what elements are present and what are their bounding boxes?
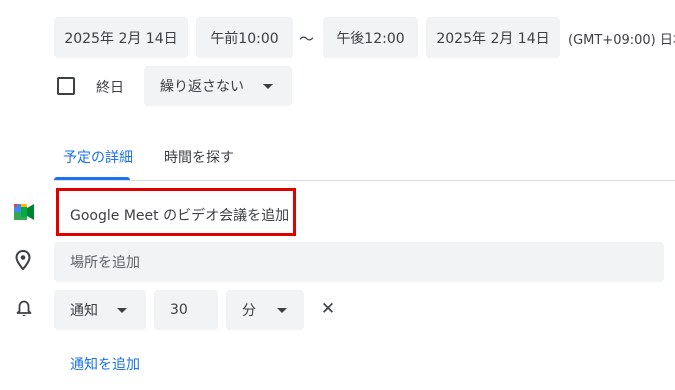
location-placeholder: 場所を追加 [70,255,140,271]
start-time-button[interactable]: 午前10:00 [196,17,293,58]
chevron-down-icon [277,308,287,313]
end-date-label: 2025年 2月 14日 [436,30,550,47]
google-meet-icon [14,204,34,220]
notification-unit-dropdown[interactable]: 分 [226,290,304,330]
end-time-button[interactable]: 午後12:00 [323,17,418,58]
close-icon: ✕ [320,299,336,319]
remove-notification-button[interactable]: ✕ [316,296,340,322]
end-time-label: 午後12:00 [336,30,405,47]
allday-checkbox[interactable] [57,77,75,95]
add-notification-label: 通知を追加 [70,357,140,373]
location-pin-icon [15,249,31,271]
end-date-button[interactable]: 2025年 2月 14日 [426,17,560,58]
allday-label: 終日 [96,80,124,96]
time-range-separator: ～ [299,30,315,48]
tab-event-details-label: 予定の詳細 [63,150,133,166]
add-google-meet-label: Google Meet のビデオ会議を追加 [70,208,290,224]
add-google-meet-button[interactable]: Google Meet のビデオ会議を追加 [56,188,296,236]
bell-icon [16,300,32,318]
location-input[interactable]: 場所を追加 [54,242,664,282]
start-time-label: 午前10:00 [210,30,279,47]
add-notification-link[interactable]: 通知を追加 [70,354,140,374]
tabs-divider [54,180,675,181]
notification-amount-input[interactable]: 30 [154,290,218,330]
notification-type-dropdown[interactable]: 通知 [54,290,146,330]
start-date-button[interactable]: 2025年 2月 14日 [54,17,188,58]
chevron-down-icon [263,84,273,89]
timezone-label: (GMT+09:00) 日本 [568,33,675,48]
tab-event-details[interactable]: 予定の詳細 [54,146,133,180]
notification-type-value: 通知 [70,303,98,319]
chevron-down-icon [117,308,127,313]
repeat-value: 繰り返さない [160,79,244,95]
repeat-dropdown[interactable]: 繰り返さない [144,66,292,106]
notification-amount-value: 30 [170,302,188,318]
notification-unit-value: 分 [242,303,256,319]
start-date-label: 2025年 2月 14日 [64,30,178,47]
tab-find-time-label: 時間を探す [164,150,234,166]
timezone-link[interactable]: (GMT+09:00) 日本 [568,29,675,48]
